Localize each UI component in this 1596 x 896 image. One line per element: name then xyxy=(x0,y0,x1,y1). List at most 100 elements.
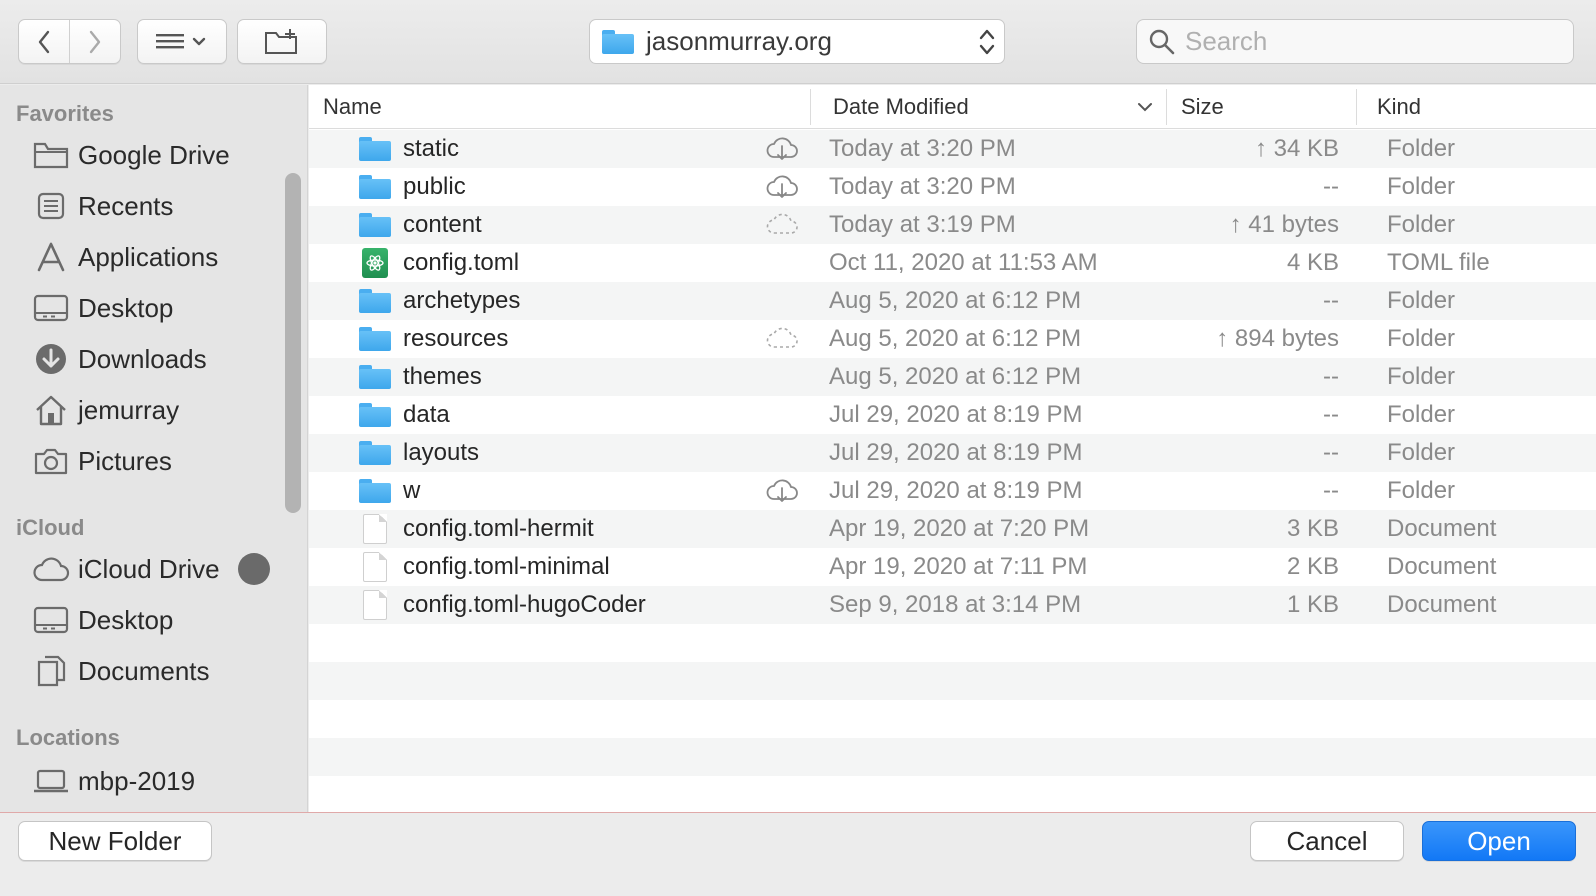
file-date-modified: Jul 29, 2020 at 8:19 PM xyxy=(829,477,1083,504)
file-row[interactable]: archetypes Aug 5, 2020 at 6:12 PM -- Folder xyxy=(309,282,1596,320)
column-header-kind[interactable]: Kind xyxy=(1377,85,1421,129)
updown-arrows-icon xyxy=(970,27,1004,57)
sidebar-item-pictures[interactable]: Pictures xyxy=(32,439,282,483)
cloud-icon xyxy=(32,552,70,586)
downloads-icon xyxy=(32,342,70,376)
sidebar-item-label: Google Drive xyxy=(78,139,230,170)
sidebar-item-home[interactable]: jemurray xyxy=(32,388,282,432)
file-kind: Folder xyxy=(1387,287,1456,314)
empty-row xyxy=(309,776,1596,813)
sidebar-item-label: Desktop xyxy=(78,292,174,323)
folder-icon xyxy=(359,396,391,434)
empty-row xyxy=(309,624,1596,662)
column-header-date[interactable]: Date Modified xyxy=(833,85,1153,129)
sidebar-item-downloads[interactable]: Downloads xyxy=(32,337,282,381)
file-name: static xyxy=(403,135,460,162)
toml-file-icon xyxy=(359,244,391,282)
sidebar-item-documents[interactable]: Documents xyxy=(32,649,282,693)
file-row[interactable]: w Jul 29, 2020 at 8:19 PM -- Folder xyxy=(309,472,1596,510)
sidebar-item-label: Recents xyxy=(78,190,174,221)
file-row[interactable]: data Jul 29, 2020 at 8:19 PM -- Folder xyxy=(309,396,1596,434)
file-row[interactable]: config.toml-hugoCoder Sep 9, 2018 at 3:14… xyxy=(309,586,1596,624)
sidebar-scrollbar[interactable] xyxy=(285,173,301,513)
cloud-download-icon[interactable] xyxy=(764,130,800,168)
desktop-icon xyxy=(32,291,70,325)
folder-icon xyxy=(359,434,391,472)
column-header-date-label: Date Modified xyxy=(833,94,969,119)
file-date-modified: Aug 5, 2020 at 6:12 PM xyxy=(829,287,1082,314)
file-size: 2 KB xyxy=(1286,553,1339,580)
file-row[interactable]: themes Aug 5, 2020 at 6:12 PM -- Folder xyxy=(309,358,1596,396)
sidebar-item-applications[interactable]: Applications xyxy=(32,235,282,279)
sidebar-item-desktop[interactable]: Desktop xyxy=(32,286,282,330)
document-icon xyxy=(359,586,391,624)
cancel-button[interactable]: Cancel xyxy=(1250,821,1404,861)
cloud-download-icon[interactable] xyxy=(764,168,800,206)
document-icon xyxy=(359,510,391,548)
file-row[interactable]: resources Aug 5, 2020 at 6:12 PM ↑ 894 byt… xyxy=(309,320,1596,358)
folder-icon xyxy=(359,206,391,244)
sidebar-item-label: mbp-2019 xyxy=(78,765,196,796)
file-size: 3 KB xyxy=(1286,515,1339,542)
file-kind: Folder xyxy=(1387,439,1456,466)
search-icon xyxy=(1149,29,1175,54)
file-date-modified: Sep 9, 2018 at 3:14 PM xyxy=(829,591,1082,618)
file-name: config.toml-hermit xyxy=(403,515,594,542)
file-row[interactable]: layouts Jul 29, 2020 at 8:19 PM -- Folder xyxy=(309,434,1596,472)
file-kind: Document xyxy=(1387,515,1497,542)
sidebar-item-recents[interactable]: Recents xyxy=(32,184,282,228)
file-row[interactable]: config.toml-minimal Apr 19, 2020 at 7:11 … xyxy=(309,548,1596,586)
sidebar-item-label: Pictures xyxy=(78,445,172,476)
cloud-download-icon[interactable] xyxy=(764,472,800,510)
sidebar-item-mbp-2019[interactable]: mbp-2019 xyxy=(32,759,282,803)
search-field[interactable] xyxy=(1136,19,1574,64)
folder-icon xyxy=(359,320,391,358)
sidebar-item-label: Documents xyxy=(78,655,210,686)
sidebar-item-label: iCloud Drive xyxy=(78,553,220,584)
file-name: public xyxy=(403,173,466,200)
path-popup[interactable]: jasonmurray.org xyxy=(589,19,1005,64)
sidebar-item-google-drive[interactable]: Google Drive xyxy=(32,133,282,177)
list-view-icon xyxy=(156,33,206,48)
search-input[interactable] xyxy=(1185,26,1565,57)
new-folder-toolbar-button[interactable] xyxy=(237,19,327,64)
file-date-modified: Jul 29, 2020 at 8:19 PM xyxy=(829,439,1083,466)
file-kind: Document xyxy=(1387,553,1497,580)
column-header-size[interactable]: Size xyxy=(1181,85,1224,129)
file-date-modified: Aug 5, 2020 at 6:12 PM xyxy=(829,363,1082,390)
forward-button[interactable] xyxy=(70,20,120,63)
file-kind: Folder xyxy=(1387,211,1456,238)
chevron-left-icon xyxy=(38,30,50,53)
sidebar-item-label: Desktop xyxy=(78,604,174,635)
file-row[interactable]: content Today at 3:19 PM ↑ 41 bytes Folder xyxy=(309,206,1596,244)
sidebar-section-favorites: Favorites xyxy=(16,101,114,126)
empty-row xyxy=(309,738,1596,776)
file-kind: Folder xyxy=(1387,401,1456,428)
back-button[interactable] xyxy=(19,20,70,63)
file-kind: Folder xyxy=(1387,173,1456,200)
view-options-button[interactable] xyxy=(137,19,227,64)
file-name: content xyxy=(403,211,482,238)
sidebar-item-label: Downloads xyxy=(78,343,207,374)
open-button[interactable]: Open xyxy=(1422,821,1576,861)
new-folder-button[interactable]: New Folder xyxy=(18,821,212,861)
cloud-pending-icon xyxy=(764,320,800,358)
file-row[interactable]: config.toml-hermit Apr 19, 2020 at 7:20 P… xyxy=(309,510,1596,548)
file-name: config.toml xyxy=(403,249,520,276)
file-row[interactable]: config.toml Oct 11, 2020 at 11:53 AM 4 KB T… xyxy=(309,244,1596,282)
sort-descending-icon xyxy=(1138,103,1152,112)
column-header-name[interactable]: Name xyxy=(323,85,382,129)
file-name: data xyxy=(403,401,450,428)
empty-row xyxy=(309,700,1596,738)
sidebar-section-icloud: iCloud xyxy=(16,515,85,540)
file-kind: Document xyxy=(1387,591,1497,618)
sidebar-item-icloud-desktop[interactable]: Desktop xyxy=(32,598,282,642)
file-row[interactable]: static Today at 3:20 PM ↑ 34 KB Folder xyxy=(309,130,1596,168)
file-row[interactable]: public Today at 3:20 PM -- Folder xyxy=(309,168,1596,206)
sidebar: Favorites Google Drive Recents Applicati… xyxy=(0,85,308,813)
file-date-modified: Jul 29, 2020 at 8:19 PM xyxy=(829,401,1083,428)
toolbar: jasonmurray.org xyxy=(0,0,1596,84)
desktop-icon xyxy=(32,603,70,637)
file-date-modified: Today at 3:19 PM xyxy=(829,211,1016,238)
file-name: resources xyxy=(403,325,509,352)
